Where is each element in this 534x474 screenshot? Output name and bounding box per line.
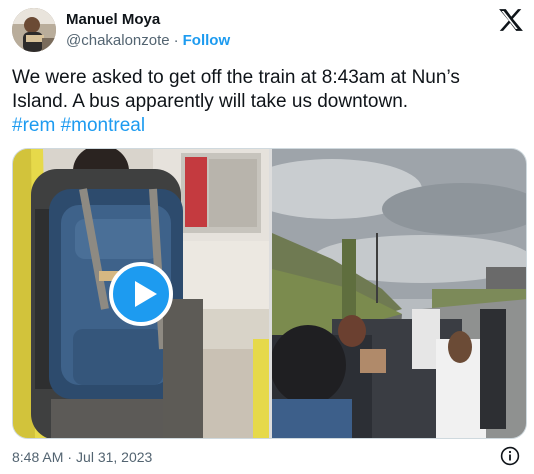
play-button[interactable] [109, 262, 173, 326]
tweet-card: Manuel Moya @chakalonzote · Follow We were… [0, 0, 534, 474]
photo-thumbnail[interactable] [272, 149, 526, 438]
author-handle-row: @chakalonzote · Follow [66, 32, 230, 49]
tweet-text-line: We were asked to get off the train at 8:… [12, 67, 460, 88]
play-icon [135, 281, 157, 307]
handle-separator: · [173, 32, 179, 49]
tweet-text: We were asked to get off the train at 8:… [12, 66, 512, 138]
tweet-time: 8:48 AM [12, 449, 64, 465]
tweet-date: Jul 31, 2023 [76, 449, 153, 465]
tweet-timestamp[interactable]: 8:48 AM · Jul 31, 2023 [12, 449, 152, 465]
timestamp-separator: · [67, 449, 73, 465]
video-thumbnail[interactable] [13, 149, 269, 438]
hashtag-rem[interactable]: #rem [12, 115, 55, 136]
info-icon[interactable] [500, 446, 520, 466]
tweet-header: Manuel Moya @chakalonzote · Follow [12, 8, 524, 52]
media-grid [12, 148, 527, 439]
follow-button[interactable]: Follow [183, 32, 231, 49]
avatar-image [12, 8, 56, 52]
bus-queue-image [272, 149, 526, 438]
avatar[interactable] [12, 8, 56, 52]
hashtag-montreal[interactable]: #montreal [61, 115, 146, 136]
author-name[interactable]: Manuel Moya [66, 11, 160, 28]
hashtag-line: #rem #montreal [12, 114, 512, 138]
x-logo-icon[interactable] [498, 8, 524, 32]
author-handle[interactable]: @chakalonzote [66, 32, 170, 49]
tweet-text-line: Island. A bus apparently will take us do… [12, 91, 409, 112]
